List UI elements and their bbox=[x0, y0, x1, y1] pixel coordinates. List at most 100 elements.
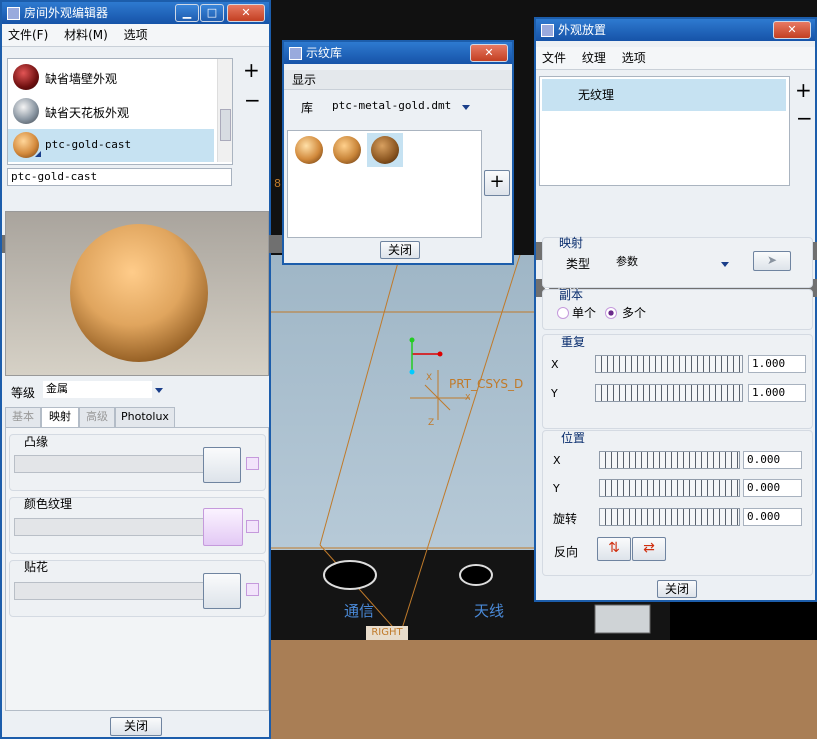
pos-x-label: X bbox=[553, 454, 561, 467]
placement-close-button[interactable]: 关闭 bbox=[657, 580, 697, 598]
decal-texture-button[interactable] bbox=[203, 573, 241, 609]
editor-close-button[interactable]: 关闭 bbox=[110, 717, 162, 736]
bump-path-field[interactable] bbox=[14, 455, 204, 473]
tab-basic[interactable]: 基本 bbox=[5, 407, 41, 428]
library-titlebar[interactable]: 示纹库 ✕ bbox=[284, 42, 512, 64]
menu-file[interactable]: 文件(F) bbox=[8, 28, 48, 42]
flip-vertical-button[interactable]: ⇅ bbox=[597, 537, 631, 561]
repeat-group: 重复 X 1.000 Y 1.000 bbox=[542, 334, 813, 429]
rotate-slider[interactable] bbox=[599, 508, 740, 526]
close-icon[interactable]: ✕ bbox=[227, 4, 265, 22]
appearance-editor-window: 房间外观编辑器 ▁ □ ✕ 文件(F) 材料(M) 选项 缺省墙壁外观 缺省天花… bbox=[0, 0, 289, 739]
list-item-label: ptc-gold-cast bbox=[45, 138, 132, 151]
display-header[interactable]: 显示 bbox=[284, 70, 512, 90]
gold-texture-thumbnail-selected[interactable] bbox=[367, 133, 403, 167]
tab-mapping[interactable]: 映射 bbox=[41, 407, 79, 428]
multiple-label: 多个 bbox=[622, 306, 647, 320]
color-texture-swatch[interactable] bbox=[246, 520, 259, 533]
position-group: 位置 X 0.000 Y 0.000 旋转 0.000 反向 ⇅ ⇄ bbox=[542, 430, 813, 576]
scrollbar-thumb[interactable] bbox=[220, 109, 231, 141]
window-icon bbox=[541, 24, 554, 37]
repeat-y-input[interactable]: 1.000 bbox=[748, 384, 806, 402]
list-item-selected[interactable]: ptc-gold-cast bbox=[8, 129, 214, 162]
color-texture-path-field[interactable] bbox=[14, 518, 204, 536]
menu-options[interactable]: 选项 bbox=[622, 51, 646, 65]
bump-color-swatch[interactable] bbox=[246, 457, 259, 470]
library-close-button[interactable]: 关闭 bbox=[380, 241, 420, 259]
window-icon bbox=[7, 7, 20, 20]
model-text-tianxian: 天线 bbox=[474, 602, 505, 620]
minimize-icon[interactable]: ▁ bbox=[175, 4, 199, 22]
corner-marker-icon bbox=[35, 151, 41, 157]
material-preview bbox=[5, 211, 269, 376]
close-icon[interactable]: ✕ bbox=[470, 44, 508, 62]
single-label: 单个 bbox=[572, 306, 597, 320]
csys-label: PRT_CSYS_D bbox=[449, 377, 524, 391]
grade-select[interactable]: 金属 bbox=[43, 381, 152, 398]
library-window: 示纹库 ✕ 显示 库 ptc-metal-gold.dmt + 关闭 bbox=[282, 40, 514, 265]
preview-sphere bbox=[70, 224, 208, 362]
appearance-list[interactable]: 缺省墙壁外观 缺省天花板外观 ptc-gold-cast bbox=[7, 58, 233, 165]
cast-texture-sphere bbox=[371, 136, 399, 164]
plus-icon[interactable]: + bbox=[243, 60, 260, 80]
plus-icon: + bbox=[489, 171, 505, 192]
library-title: 示纹库 bbox=[306, 46, 343, 60]
decal-group: 贴花 bbox=[9, 560, 266, 617]
menu-options[interactable]: 选项 bbox=[124, 28, 148, 42]
minus-icon[interactable]: − bbox=[244, 90, 261, 110]
select-surface-button[interactable]: ➤ bbox=[753, 251, 791, 271]
minus-icon[interactable]: − bbox=[796, 108, 813, 128]
color-texture-button[interactable] bbox=[203, 508, 243, 546]
library-select[interactable]: ptc-metal-gold.dmt bbox=[329, 98, 459, 115]
gold-texture-thumbnail[interactable] bbox=[295, 136, 323, 164]
repeat-label: 重复 bbox=[561, 335, 586, 349]
single-radio[interactable] bbox=[557, 307, 569, 319]
repeat-x-input[interactable]: 1.000 bbox=[748, 355, 806, 373]
editor-titlebar[interactable]: 房间外观编辑器 ▁ □ ✕ bbox=[2, 2, 269, 24]
rotate-input[interactable]: 0.000 bbox=[743, 508, 802, 526]
axis-z-label: Z bbox=[428, 418, 435, 428]
repeat-x-slider[interactable] bbox=[595, 355, 743, 373]
position-x-input[interactable]: 0.000 bbox=[743, 451, 802, 469]
add-to-library-button[interactable]: + bbox=[484, 170, 510, 196]
tab-advanced[interactable]: 高级 bbox=[79, 407, 115, 428]
flip-horizontal-button[interactable]: ⇄ bbox=[632, 537, 666, 561]
plus-icon[interactable]: + bbox=[795, 80, 812, 100]
list-scrollbar[interactable] bbox=[217, 59, 232, 162]
appearance-name-field[interactable]: ptc-gold-cast bbox=[7, 168, 232, 186]
library-label: 库 bbox=[301, 101, 314, 115]
menu-material[interactable]: 材料(M) bbox=[64, 28, 108, 42]
repeat-x-label: X bbox=[551, 358, 559, 371]
decal-path-field[interactable] bbox=[14, 582, 204, 600]
grade-label: 等级 bbox=[11, 386, 36, 400]
placement-title: 外观放置 bbox=[558, 23, 607, 37]
maximize-icon[interactable]: □ bbox=[200, 4, 224, 22]
list-item-selected[interactable]: 无纹理 bbox=[542, 79, 786, 111]
decal-color-swatch[interactable] bbox=[246, 583, 259, 596]
chevron-down-icon[interactable] bbox=[462, 105, 470, 110]
repeat-y-slider[interactable] bbox=[595, 384, 743, 402]
position-x-slider[interactable] bbox=[599, 451, 740, 469]
bump-texture-button[interactable] bbox=[203, 447, 241, 483]
multiple-radio[interactable] bbox=[605, 307, 617, 319]
chevron-down-icon[interactable] bbox=[155, 388, 163, 393]
list-item[interactable]: 缺省天花板外观 bbox=[8, 95, 214, 127]
list-item-label: 缺省天花板外观 bbox=[45, 106, 130, 120]
mapping-type-select[interactable]: 参数 bbox=[613, 254, 721, 271]
menu-texture[interactable]: 纹理 bbox=[582, 51, 606, 65]
close-icon[interactable]: ✕ bbox=[773, 21, 811, 39]
position-y-input[interactable]: 0.000 bbox=[743, 479, 802, 497]
placement-titlebar[interactable]: 外观放置 ✕ bbox=[536, 19, 815, 41]
texture-library-grid[interactable] bbox=[287, 130, 482, 238]
position-label: 位置 bbox=[561, 431, 586, 445]
texture-list[interactable]: 无纹理 bbox=[539, 76, 790, 186]
chevron-down-icon[interactable] bbox=[721, 262, 729, 267]
gold-texture-thumbnail[interactable] bbox=[333, 136, 361, 164]
tab-photolux[interactable]: Photolux bbox=[115, 407, 175, 428]
list-item[interactable]: 缺省墙壁外观 bbox=[8, 61, 214, 93]
type-label: 类型 bbox=[566, 257, 591, 271]
cursor-icon: ➤ bbox=[766, 253, 778, 267]
position-y-slider[interactable] bbox=[599, 479, 740, 497]
flip-vertical-icon: ⇅ bbox=[608, 540, 620, 556]
menu-file[interactable]: 文件 bbox=[542, 51, 566, 65]
